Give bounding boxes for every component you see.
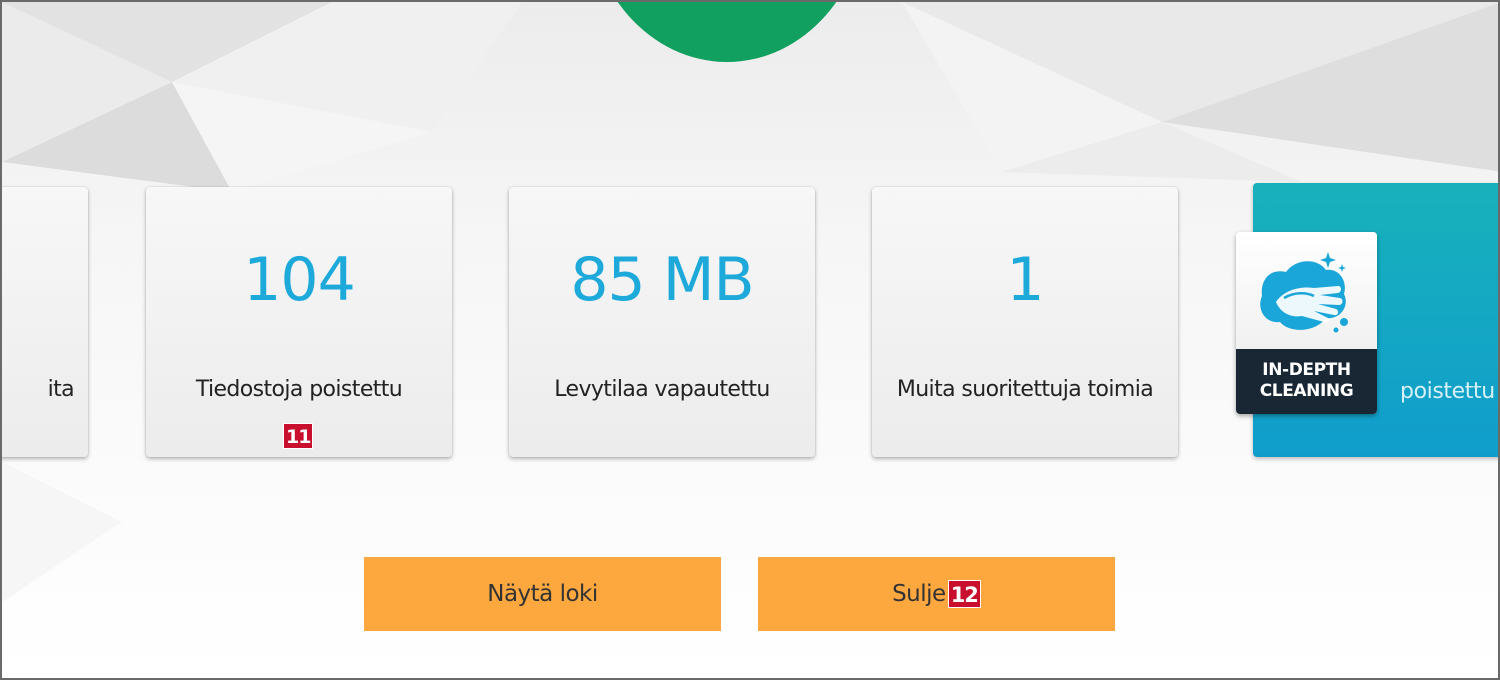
stat-label: ita [47,377,75,402]
annotation-marker-11: 11 [283,423,314,449]
badge-caption-line1: IN-DEPTH [1262,360,1351,380]
files-deleted-value: 104 [243,245,356,315]
annotation-marker-12: 12 [947,580,981,608]
show-log-button[interactable]: Näytä loki [364,557,721,631]
show-log-label: Näytä loki [487,581,598,607]
in-depth-cleaning-badge[interactable]: IN-DEPTH CLEANING [1236,232,1377,414]
other-actions-label: Muita suoritettuja toimia [896,377,1154,402]
stat-card-disk-freed: 85 MB Levytilaa vapautettu [509,187,815,457]
badge-caption: IN-DEPTH CLEANING [1236,349,1377,414]
close-label: Sulje [892,581,946,607]
stat-card-files-deleted: 104 Tiedostoja poistettu [146,187,452,457]
stat-card-partial: ita [2,187,88,457]
disk-freed-label: Levytilaa vapautettu [554,377,770,402]
stat-card-other-actions: 1 Muita suoritettuja toimia [872,187,1178,457]
result-screen: ita 104 Tiedostoja poistettu 11 85 MB Le… [0,0,1500,680]
files-deleted-label: Tiedostoja poistettu [195,377,403,402]
hand-washing-icon [1260,252,1348,333]
promo-side-text: poistettu [1400,379,1495,404]
badge-caption-line2: CLEANING [1259,381,1354,401]
disk-freed-value: 85 MB [570,245,754,315]
close-button[interactable]: Sulje 12 [758,557,1115,631]
other-actions-value: 1 [1006,245,1044,315]
badge-image [1236,232,1377,349]
